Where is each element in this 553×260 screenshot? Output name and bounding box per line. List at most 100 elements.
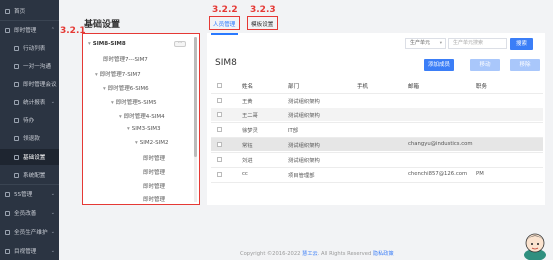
expand-toggle-icon[interactable]: ▾ [95, 72, 98, 78]
sidebar-item[interactable]: 一对一沟通 [0, 58, 59, 74]
search-button[interactable]: 搜索 [510, 38, 533, 50]
row-checkbox[interactable] [217, 157, 222, 162]
remove-button[interactable]: 移除 [510, 59, 540, 71]
table-row[interactable] [211, 123, 543, 136]
sidebar-item-label: 5S管理 [14, 192, 33, 198]
expand-toggle-icon[interactable]: ▾ [103, 86, 106, 92]
cell-name: 常钰 [242, 143, 253, 149]
sidebar-item[interactable]: 领退款 [0, 130, 59, 146]
expand-toggle-icon[interactable]: ▾ [88, 41, 91, 47]
chevron-icon: ⌄ [50, 210, 55, 216]
table-row[interactable] [211, 153, 543, 166]
sidebar-item[interactable]: 基础设置 [0, 149, 59, 165]
table-row[interactable] [211, 168, 543, 181]
chevron-icon: ⌄ [50, 229, 55, 235]
row-checkbox[interactable] [217, 142, 222, 147]
sidebar-item[interactable]: 即时管理会议 [0, 76, 59, 92]
tab-template-settings[interactable]: 模板设置 [251, 20, 273, 28]
sidebar-item[interactable]: 行动列表 [0, 40, 59, 56]
tree-scrollbar-thumb[interactable] [194, 37, 197, 157]
cell-name: 王二哥 [242, 113, 258, 119]
add-member-button[interactable]: 添加成员 [424, 59, 454, 71]
table-row[interactable] [211, 108, 543, 121]
tree-node[interactable]: 即时管理 [143, 182, 165, 190]
unit-select[interactable]: 生产单元 ▾ [405, 38, 446, 49]
cell-name: 王黄 [242, 99, 253, 105]
menu-icon [5, 8, 10, 14]
sidebar-item[interactable]: 待办 [0, 112, 59, 128]
mascot-icon[interactable] [520, 228, 550, 260]
tree-node[interactable]: 即时管理7---SIM7 [103, 55, 148, 63]
expand-toggle-icon[interactable]: ▾ [119, 114, 122, 120]
search-input[interactable]: 生产单元搜索 [448, 38, 507, 49]
select-all-checkbox[interactable] [217, 83, 222, 88]
tab-people-management[interactable]: 人员管理 [213, 20, 235, 28]
expand-toggle-icon[interactable]: ▾ [127, 126, 130, 132]
tree-node[interactable]: 即时管理 [143, 195, 165, 203]
column-header-title: 职务 [476, 84, 488, 90]
cell-name: 刘进 [242, 158, 253, 164]
footer-company-link[interactable]: 慧工云 [302, 251, 318, 257]
move-button[interactable]: 移动 [470, 59, 500, 71]
row-checkbox[interactable] [217, 127, 222, 132]
tree-node-label: 即时管理 [143, 156, 166, 162]
tree-node-label: 即时管理5-SIM5 [115, 100, 157, 106]
sidebar-item[interactable]: 5S管理 ⌄ [0, 186, 59, 202]
row-checkbox[interactable] [217, 112, 222, 117]
column-header-email: 邮箱 [408, 84, 420, 90]
tree-node[interactable]: ▾ 即时管理5-SIM5 [111, 98, 157, 106]
sidebar-item[interactable]: 首页 [0, 3, 59, 19]
chevron-down-icon: ▾ [439, 41, 442, 46]
expand-toggle-icon[interactable]: ▾ [111, 100, 114, 106]
tree-node[interactable]: ▾ SIM2-SIM2 [135, 140, 168, 146]
sidebar-item[interactable]: 系统配置 [0, 167, 59, 183]
sidebar-item[interactable]: 即时管理 ⌃ [0, 22, 59, 38]
sidebar-item-label: 行动列表 [23, 46, 46, 52]
privacy-policy-link[interactable]: 隐私政策 [373, 251, 394, 257]
tree-node[interactable]: ▾ SIM8-SIM8 [88, 41, 126, 47]
sidebar-item-label: 目视管理 [14, 249, 37, 255]
tree-node-label: 即时管理 [143, 197, 166, 203]
sidebar-item-label: 基础设置 [23, 155, 46, 161]
menu-icon [5, 229, 10, 235]
unit-select-value: 生产单元 [410, 40, 431, 46]
page-title: 基础设置 [84, 20, 121, 30]
chevron-icon: ⌄ [50, 99, 55, 105]
expand-toggle-icon[interactable]: ▾ [135, 140, 138, 146]
row-checkbox[interactable] [217, 172, 222, 177]
menu-icon [14, 81, 19, 87]
active-tab-indicator [211, 33, 238, 35]
sidebar-item-label: 统计报表 [23, 100, 46, 106]
tree-more-button[interactable]: ··· [174, 41, 186, 47]
cell-email: chenchi857@126.com [408, 171, 468, 177]
table-row[interactable] [211, 138, 543, 151]
chevron-icon: ⌄ [50, 248, 55, 254]
menu-icon [14, 45, 19, 51]
tree-node[interactable]: ▾ 即时管理7-SIM7 [95, 70, 141, 78]
tree-node[interactable]: ▾ 即时管理4-SIM4 [119, 112, 165, 120]
footer: Copyright ©2016-2022 慧工云. All Rights Res… [240, 250, 394, 257]
sidebar-item[interactable]: 全员生产维护 ⌄ [0, 224, 59, 240]
menu-icon [5, 210, 10, 216]
tree-node[interactable]: ▾ SIM3-SIM3 [127, 126, 160, 132]
tree-node[interactable]: 即时管理 [143, 168, 165, 176]
tree-node-label: SIM8-SIM8 [92, 41, 126, 47]
sidebar-item[interactable]: 全员改善 ⌄ [0, 205, 59, 221]
sidebar-item-label: 领退款 [23, 136, 40, 142]
sidebar-item-label: 首页 [14, 9, 26, 15]
tree-node[interactable]: 即时管理 [143, 154, 165, 162]
footer-rights: . All Rights Reserved [317, 251, 372, 257]
table-row[interactable] [211, 94, 543, 107]
tree-node-label: 即时管理 [143, 170, 166, 176]
tree-node-label: 即时管理6-SIM6 [107, 86, 149, 92]
sidebar-item[interactable]: 目视管理 ⌄ [0, 243, 59, 259]
annotation-tab-template: 3.2.3 [250, 5, 276, 15]
sidebar-item[interactable]: 统计报表 ⌄ [0, 94, 59, 110]
menu-icon [14, 117, 19, 123]
sidebar-item-label: 待办 [23, 118, 35, 124]
tree-node[interactable]: ▾ 即时管理6-SIM6 [103, 84, 149, 92]
row-checkbox[interactable] [217, 98, 222, 103]
sidebar-item-label: 即时管理 [14, 28, 37, 34]
menu-icon [5, 27, 10, 33]
cell-email: changyu@industics.com [408, 141, 473, 147]
